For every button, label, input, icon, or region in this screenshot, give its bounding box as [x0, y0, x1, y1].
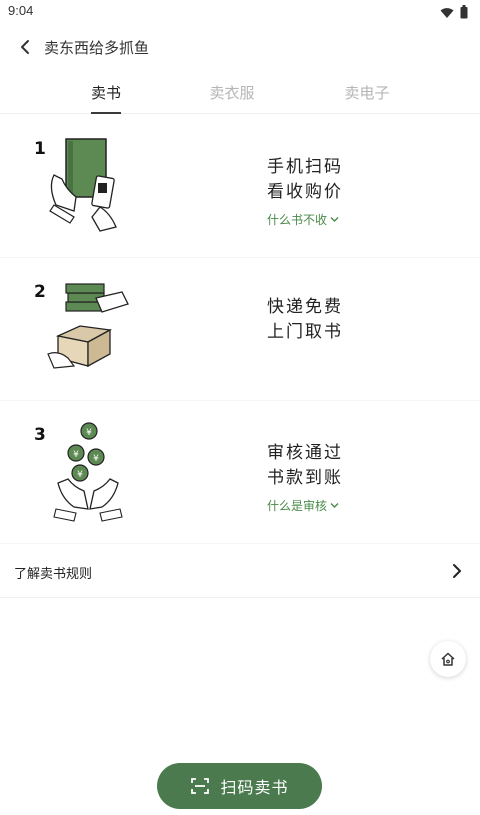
status-bar: 9:04 [0, 0, 480, 24]
step-text: 快递免费 上门取书 [267, 295, 387, 345]
svg-text:¥: ¥ [93, 454, 99, 464]
link-label: 什么是审核 [267, 499, 328, 513]
not-accepted-books-link[interactable]: 什么书不收 [267, 211, 387, 228]
tab-sell-clothes[interactable]: 卖衣服 [192, 82, 272, 103]
status-icons [440, 4, 468, 23]
chevron-down-icon [330, 503, 339, 508]
chevron-left-icon [21, 40, 29, 54]
scan-icon [191, 778, 210, 794]
home-icon [441, 652, 455, 666]
step-line: 快递免费 [267, 297, 343, 317]
step-1: 1 手机扫码 看收购价 什么书不收 [0, 115, 480, 258]
category-tabs: 卖书 卖衣服 卖电子 [0, 68, 480, 114]
step-text: 手机扫码 看收购价 什么书不收 [267, 155, 387, 228]
home-button[interactable] [430, 641, 466, 677]
step-2: 2 快递免费 上门取书 [0, 258, 480, 401]
page-title: 卖东西给多抓鱼 [44, 39, 150, 57]
step-line: 书款到账 [267, 468, 343, 488]
money-received-illustration: ¥ ¥ ¥ ¥ [53, 422, 123, 522]
battery-icon [460, 4, 468, 23]
selling-rules-row[interactable]: 了解卖书规则 [0, 546, 480, 598]
step-3: 3 ¥ ¥ ¥ ¥ 审核通过 书款到账 什么是审核 [0, 401, 480, 544]
link-label: 什么书不收 [267, 213, 328, 227]
svg-text:¥: ¥ [77, 470, 83, 480]
tab-sell-electronics[interactable]: 卖电子 [327, 82, 407, 103]
svg-text:¥: ¥ [86, 428, 92, 438]
tab-sell-books[interactable]: 卖书 [66, 82, 146, 103]
status-time: 9:04 [8, 3, 34, 18]
chevron-right-icon [453, 564, 461, 578]
box-pickup-illustration [47, 283, 129, 369]
active-tab-indicator [91, 112, 121, 114]
nav-bar: 卖东西给多抓鱼 [0, 24, 480, 68]
scan-to-sell-label: 扫码卖书 [220, 778, 289, 797]
what-is-review-link[interactable]: 什么是审核 [267, 497, 387, 514]
scan-to-sell-button[interactable]: 扫码卖书 [157, 763, 322, 809]
wifi-icon [440, 4, 454, 23]
back-button[interactable] [14, 36, 36, 58]
step-line: 手机扫码 [267, 157, 343, 177]
selling-rules-label: 了解卖书规则 [14, 567, 93, 582]
step-line: 上门取书 [267, 322, 343, 342]
step-text: 审核通过 书款到账 什么是审核 [267, 441, 387, 514]
step-line: 审核通过 [267, 443, 343, 463]
scan-book-illustration [49, 138, 117, 232]
svg-text:¥: ¥ [73, 450, 79, 460]
chevron-down-icon [330, 217, 339, 222]
step-line: 看收购价 [267, 182, 343, 202]
